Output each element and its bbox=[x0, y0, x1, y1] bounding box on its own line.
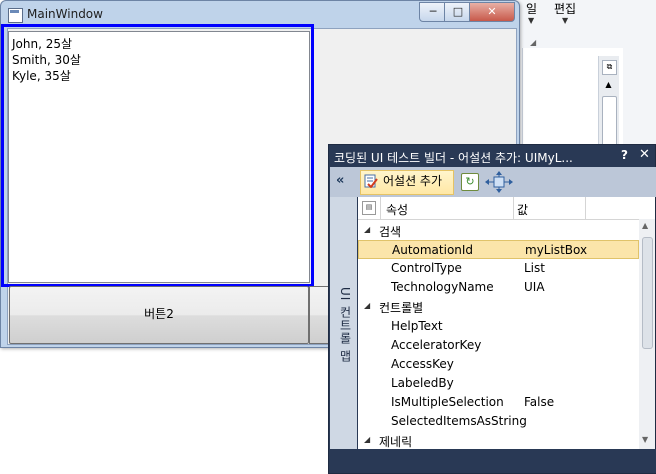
dialog-launcher-icon[interactable]: ◢ bbox=[530, 38, 536, 47]
property-row-ismultipleselection[interactable]: IsMultipleSelection False bbox=[358, 393, 639, 412]
property-value: myListBox bbox=[525, 243, 588, 257]
minimize-button[interactable]: ─ bbox=[419, 2, 447, 22]
property-name: ControlType bbox=[391, 261, 462, 275]
property-row-labeledby[interactable]: LabeledBy bbox=[358, 374, 639, 393]
refresh-icon[interactable]: ↻ bbox=[461, 173, 479, 191]
coded-ui-test-builder-window: 코딩된 UI 테스트 빌더 - 어설션 추가: UIMyL... ? ✕ « 어… bbox=[328, 144, 656, 474]
add-assertion-label: 어설션 추가 bbox=[383, 174, 443, 188]
expand-triangle-icon[interactable]: ◢ bbox=[364, 225, 370, 234]
builder-title: 코딩된 UI 테스트 빌더 - 어설션 추가: UIMyL... bbox=[334, 151, 573, 165]
property-name: AccessKey bbox=[391, 357, 454, 371]
property-name: SelectedItemsAsString bbox=[391, 414, 527, 428]
property-name: IsMultipleSelection bbox=[391, 395, 504, 409]
split-pane-icon[interactable]: ⧉ bbox=[602, 60, 617, 75]
maximize-button[interactable]: □ bbox=[444, 2, 472, 22]
chevron-down-icon[interactable]: ▼ bbox=[528, 16, 534, 25]
scroll-up-icon[interactable]: ▲ bbox=[642, 221, 648, 230]
property-name: LabeledBy bbox=[391, 376, 454, 390]
close-button[interactable]: ✕ bbox=[469, 2, 515, 22]
property-grid: ▤ 속성 값 ◢ 검색 AutomationId myListBox Contr… bbox=[358, 197, 655, 449]
value-column-header[interactable]: 값 bbox=[517, 201, 528, 218]
property-name: AcceleratorKey bbox=[391, 338, 482, 352]
category-label: 제네릭 bbox=[379, 435, 413, 449]
collapse-panel-button[interactable]: « bbox=[336, 173, 344, 188]
ribbon-edit-group[interactable]: 편집 bbox=[554, 0, 576, 17]
property-row-acceleratorkey[interactable]: AcceleratorKey bbox=[358, 336, 639, 355]
scroll-down-icon[interactable]: ▼ bbox=[642, 435, 648, 444]
property-name: TechnologyName bbox=[391, 280, 494, 294]
ribbon-label-1[interactable]: 일 bbox=[526, 0, 537, 17]
app-window-icon[interactable] bbox=[8, 8, 23, 23]
grid-scrollbar[interactable]: ▲ ▼ bbox=[639, 219, 655, 449]
property-column-header[interactable]: 속성 bbox=[386, 201, 408, 218]
property-name: AutomationId bbox=[392, 243, 474, 257]
property-row-controltype[interactable]: ControlType List bbox=[358, 259, 639, 278]
column-separator bbox=[513, 197, 514, 219]
ui-control-map-tab[interactable]: UI 컨트롤 맵 bbox=[330, 197, 357, 449]
expand-triangle-icon[interactable]: ◢ bbox=[364, 301, 370, 310]
control-highlight-frame bbox=[1, 24, 314, 287]
category-row-generic[interactable]: ◢ 제네릭 bbox=[358, 431, 639, 450]
property-value: List bbox=[524, 261, 545, 275]
builder-toolbar: « 어설션 추가 ↻ bbox=[330, 167, 656, 197]
property-row-automationid[interactable]: AutomationId myListBox bbox=[358, 240, 639, 259]
sort-icon[interactable]: ▤ bbox=[362, 201, 376, 215]
assertion-check-icon bbox=[364, 174, 378, 188]
property-row-accesskey[interactable]: AccessKey bbox=[358, 355, 639, 374]
column-separator bbox=[380, 197, 381, 219]
ui-control-map-label: UI 컨트롤 맵 bbox=[338, 287, 352, 363]
expand-triangle-icon[interactable]: ◢ bbox=[364, 435, 370, 444]
help-button[interactable]: ? bbox=[621, 148, 628, 162]
category-row-control-specific[interactable]: ◢ 컨트롤별 bbox=[358, 297, 639, 316]
button2[interactable]: 버튼2 bbox=[9, 286, 309, 344]
property-row-helptext[interactable]: HelpText bbox=[358, 317, 639, 336]
window-title: MainWindow bbox=[27, 7, 103, 21]
category-label: 컨트롤별 bbox=[379, 301, 424, 315]
property-row-selecteditemsasstring[interactable]: SelectedItemsAsString bbox=[358, 412, 639, 431]
crosshair-target-icon[interactable] bbox=[482, 170, 516, 194]
property-value: UIA bbox=[524, 280, 545, 294]
property-value: False bbox=[524, 395, 555, 409]
property-name: HelpText bbox=[391, 319, 443, 333]
add-assertion-button[interactable]: 어설션 추가 bbox=[360, 170, 454, 195]
chevron-down-icon[interactable]: ▼ bbox=[562, 16, 568, 25]
scroll-up-icon[interactable]: ▲ bbox=[602, 80, 615, 91]
column-separator bbox=[585, 197, 586, 219]
scroll-thumb[interactable] bbox=[642, 237, 653, 349]
category-label: 검색 bbox=[379, 225, 402, 239]
grid-header: ▤ 속성 값 bbox=[358, 197, 655, 220]
builder-close-button[interactable]: ✕ bbox=[639, 147, 650, 162]
builder-status-bar bbox=[330, 449, 656, 473]
property-row-technologyname[interactable]: TechnologyName UIA bbox=[358, 278, 639, 297]
category-row-search[interactable]: ◢ 검색 bbox=[358, 221, 639, 240]
